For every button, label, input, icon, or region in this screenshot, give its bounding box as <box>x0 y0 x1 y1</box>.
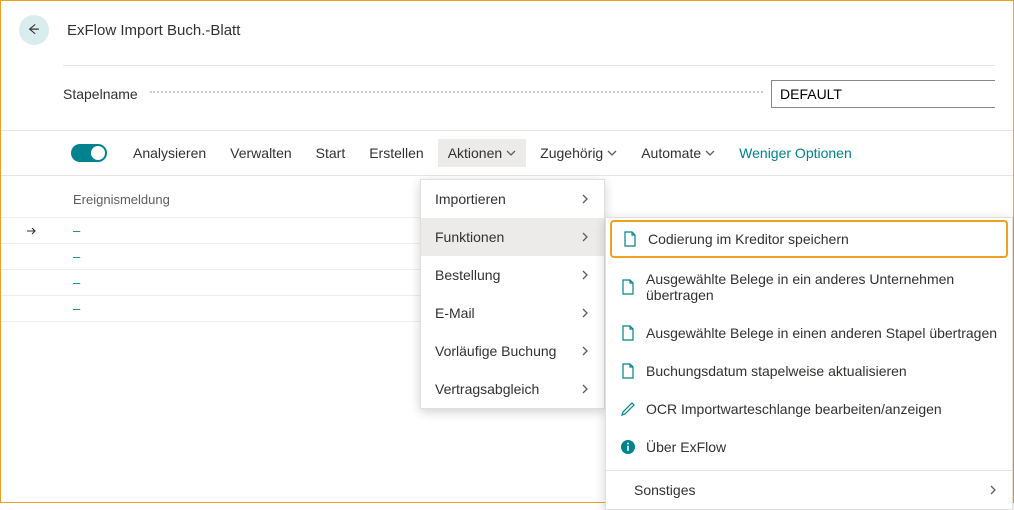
toolbar-analyze[interactable]: Analysieren <box>123 139 216 167</box>
toolbar-related-label: Zugehörig <box>540 145 603 161</box>
toolbar-create[interactable]: Erstellen <box>359 139 433 167</box>
row-selector-icon <box>21 224 41 238</box>
submenu-move-company[interactable]: Ausgewählte Belege in ein anderes Untern… <box>606 260 1012 314</box>
menu-item-label: Funktionen <box>435 229 504 245</box>
batch-name-input[interactable] <box>771 80 995 108</box>
event-cell[interactable]: – <box>73 249 80 264</box>
menu-item-prelim-posting[interactable]: Vorläufige Buchung <box>421 332 604 370</box>
functions-submenu: Codierung im Kreditor speichern Ausgewäh… <box>605 217 1013 510</box>
menu-item-label: Bestellung <box>435 267 500 283</box>
toolbar-automate-label: Automate <box>641 145 701 161</box>
submenu-label: Ausgewählte Belege in ein anderes Untern… <box>646 271 998 303</box>
batch-name-row: Stapelname <box>1 66 1013 122</box>
analyze-toggle[interactable] <box>71 144 107 162</box>
menu-item-label: E-Mail <box>435 305 475 321</box>
toolbar-manage[interactable]: Verwalten <box>220 139 301 167</box>
chevron-right-icon <box>580 194 590 204</box>
submenu-about-exflow[interactable]: Über ExFlow <box>606 428 1012 466</box>
submenu-save-coding[interactable]: Codierung im Kreditor speichern <box>610 220 1008 258</box>
chevron-right-icon <box>988 485 998 495</box>
submenu-label: Codierung im Kreditor speichern <box>648 231 849 247</box>
info-icon <box>620 439 636 455</box>
menu-item-label: Importieren <box>435 191 506 207</box>
arrow-left-icon <box>27 23 41 37</box>
toolbar-start-label: Start <box>316 145 346 161</box>
menu-item-functions[interactable]: Funktionen <box>421 218 604 256</box>
submenu-update-date[interactable]: Buchungsdatum stapelweise aktualisieren <box>606 352 1012 390</box>
chevron-down-icon <box>607 148 617 158</box>
chevron-right-icon <box>580 308 590 318</box>
event-cell[interactable]: – <box>73 301 80 316</box>
menu-item-order[interactable]: Bestellung <box>421 256 604 294</box>
submenu-ocr-queue[interactable]: OCR Importwarteschlange bearbeiten/anzei… <box>606 390 1012 428</box>
chevron-right-icon <box>580 346 590 356</box>
menu-item-label: Vorläufige Buchung <box>435 343 556 359</box>
toolbar-less-options[interactable]: Weniger Optionen <box>729 139 862 167</box>
submenu-label: Sonstiges <box>634 482 695 498</box>
menu-item-import[interactable]: Importieren <box>421 180 604 218</box>
toolbar-actions[interactable]: Aktionen <box>438 139 526 167</box>
event-cell[interactable]: – <box>73 275 80 290</box>
menu-item-label: Vertragsabgleich <box>435 381 539 397</box>
toolbar-analyze-label: Analysieren <box>133 145 206 161</box>
batch-name-label: Stapelname <box>63 86 138 102</box>
actions-menu: Importieren Funktionen Bestellung E-Mail… <box>420 179 605 409</box>
toolbar-start[interactable]: Start <box>306 139 356 167</box>
document-icon <box>622 231 638 247</box>
back-button[interactable] <box>19 15 49 45</box>
submenu-label: Über ExFlow <box>646 439 726 455</box>
toggle-knob <box>91 146 105 160</box>
event-cell[interactable]: – <box>73 223 80 238</box>
toolbar-automate[interactable]: Automate <box>631 139 725 167</box>
chevron-down-icon <box>506 148 516 158</box>
submenu-label: Buchungsdatum stapelweise aktualisieren <box>646 363 907 379</box>
submenu-move-batch[interactable]: Ausgewählte Belege in einen anderen Stap… <box>606 314 1012 352</box>
toolbar-less-label: Weniger Optionen <box>739 145 852 161</box>
submenu-label: OCR Importwarteschlange bearbeiten/anzei… <box>646 401 942 417</box>
chevron-right-icon <box>580 232 590 242</box>
toolbar-manage-label: Verwalten <box>230 145 291 161</box>
pencil-icon <box>620 401 636 417</box>
page-title: ExFlow Import Buch.-Blatt <box>67 22 240 39</box>
dotted-leader <box>150 91 763 93</box>
chevron-down-icon <box>705 148 715 158</box>
toolbar-related[interactable]: Zugehörig <box>530 139 627 167</box>
document-icon <box>620 279 636 295</box>
document-icon <box>620 325 636 341</box>
chevron-right-icon <box>580 270 590 280</box>
menu-item-email[interactable]: E-Mail <box>421 294 604 332</box>
menu-item-contract-match[interactable]: Vertragsabgleich <box>421 370 604 408</box>
toolbar: Analysieren Verwalten Start Erstellen Ak… <box>1 130 1013 176</box>
submenu-other[interactable]: Sonstiges <box>606 471 1012 509</box>
toolbar-actions-label: Aktionen <box>448 145 502 161</box>
toolbar-create-label: Erstellen <box>369 145 423 161</box>
submenu-label: Ausgewählte Belege in einen anderen Stap… <box>646 325 997 341</box>
column-header-event: Ereignismeldung <box>73 192 170 207</box>
document-icon <box>620 363 636 379</box>
chevron-right-icon <box>580 384 590 394</box>
